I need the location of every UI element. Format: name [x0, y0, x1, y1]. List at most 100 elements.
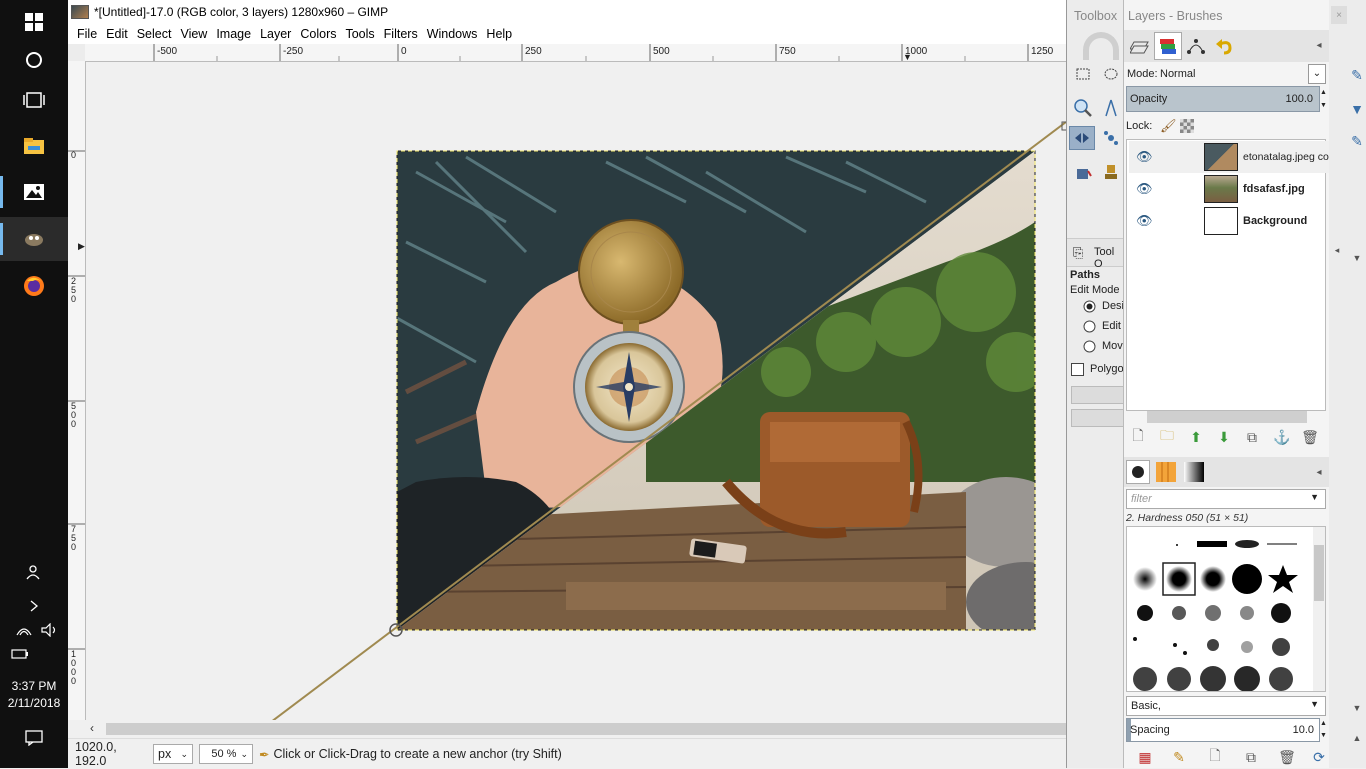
panel-menu-icon[interactable]: ◂	[1331, 242, 1343, 258]
mode-move-radio[interactable]: Mov	[1083, 340, 1123, 356]
path-to-selection-button[interactable]	[1071, 386, 1125, 404]
menu-view[interactable]: View	[180, 27, 207, 41]
transform-tool-icon[interactable]	[1101, 126, 1121, 150]
layer-row[interactable]: 👁 Background	[1129, 205, 1329, 237]
delete-brush-icon[interactable]: 🗑	[1278, 748, 1296, 766]
anchor-layer-icon[interactable]: ⚓	[1273, 428, 1290, 446]
chevron-up-icon[interactable]: ▲	[1351, 730, 1363, 746]
vertical-ruler[interactable]: 0 250 500 750 1000 ▶	[68, 61, 86, 720]
bucket-fill-icon[interactable]	[1071, 160, 1095, 184]
horizontal-ruler[interactable]: -500 -250 0 250 500 750 1000 1250 ▼	[85, 44, 1068, 62]
measure-tool-icon[interactable]	[1101, 96, 1121, 120]
menu-select[interactable]: Select	[137, 27, 172, 41]
brush-grid-scrollbar[interactable]	[1313, 527, 1325, 691]
clone-tool-icon[interactable]	[1101, 160, 1121, 184]
menu-edit[interactable]: Edit	[106, 27, 128, 41]
image-canvas[interactable]	[86, 62, 1068, 720]
horizontal-scrollbar[interactable]: ‹	[86, 720, 1068, 738]
new-brush-icon[interactable]: 🗋	[1208, 747, 1222, 766]
layer-row[interactable]: 👁 etonatalag.jpeg cop	[1129, 141, 1335, 173]
brushes-tab-icon[interactable]	[1126, 460, 1150, 484]
battery-icon[interactable]	[0, 632, 54, 676]
firefox-icon[interactable]	[0, 264, 68, 308]
eye-icon[interactable]: 👁	[1136, 214, 1153, 228]
mode-design-radio[interactable]: Desi	[1083, 300, 1124, 316]
spacing-spin-icon[interactable]: ▲ ▼	[1320, 718, 1328, 742]
clock[interactable]: 3:37 PM 2/11/2018	[0, 678, 68, 712]
duplicate-brush-icon[interactable]: ⧉	[1244, 748, 1258, 766]
polygonal-checkbox[interactable]: Polygo	[1071, 363, 1124, 379]
menu-colors[interactable]: Colors	[300, 27, 336, 41]
duplicate-layer-icon[interactable]: ⧉	[1244, 428, 1260, 446]
menu-windows[interactable]: Windows	[427, 27, 478, 41]
brush-as-image-icon[interactable]: ▦	[1138, 748, 1152, 766]
unit-select[interactable]: px ⌄	[153, 744, 193, 764]
paint-bucket-icon[interactable]: ▼	[1347, 96, 1366, 122]
menu-layer[interactable]: Layer	[260, 27, 291, 41]
opacity-spin-icon[interactable]: ▲ ▼	[1320, 86, 1328, 112]
fill-path-button[interactable]	[1071, 409, 1125, 427]
tool-options-tab[interactable]: ⎘ Tool O	[1067, 238, 1123, 270]
layers-hscroll[interactable]	[1147, 411, 1307, 423]
refresh-brushes-icon[interactable]: ⟳	[1312, 748, 1326, 766]
scrollbar-thumb[interactable]	[1314, 545, 1324, 601]
canvas-area[interactable]	[86, 62, 1068, 720]
brush-filter-input[interactable]: filter ▼	[1126, 489, 1326, 509]
layers-tab-icon[interactable]	[1128, 34, 1152, 58]
scrollbar-thumb[interactable]	[106, 723, 1066, 735]
new-layer-group-icon[interactable]: 🗀	[1158, 427, 1176, 446]
close-icon[interactable]: ×	[1331, 6, 1347, 24]
brush-preset-select[interactable]: Basic, ▼	[1126, 696, 1326, 716]
task-view-icon[interactable]	[0, 78, 68, 122]
lock-alpha-icon[interactable]	[1180, 119, 1194, 133]
raise-layer-icon[interactable]: ⬆	[1188, 428, 1204, 446]
chevron-down-icon[interactable]: ▼	[1351, 700, 1363, 716]
gimp-icon[interactable]	[0, 217, 68, 261]
delete-layer-icon[interactable]: 🗑	[1301, 428, 1319, 446]
zoom-tool-icon[interactable]	[1071, 96, 1095, 120]
notifications-icon[interactable]	[0, 716, 68, 760]
scroll-left-icon[interactable]: ‹	[90, 721, 94, 735]
menu-help[interactable]: Help	[486, 27, 512, 41]
paths-tool-active-icon[interactable]	[1069, 126, 1095, 150]
new-layer-icon[interactable]: 🗋	[1130, 427, 1146, 446]
panel-menu-icon[interactable]: ◂	[1312, 38, 1326, 52]
channels-tab-icon[interactable]	[1154, 32, 1182, 60]
layer-row[interactable]: 👁 fdsafasf.jpg	[1129, 173, 1329, 205]
chevron-down-icon[interactable]: ▼	[1351, 250, 1363, 266]
image-thumbnail-icon	[71, 5, 89, 19]
edit-brush-icon[interactable]: ✎	[1172, 748, 1186, 766]
menu-file[interactable]: File	[77, 27, 97, 41]
menu-filters[interactable]: Filters	[384, 27, 418, 41]
undo-history-tab-icon[interactable]	[1212, 34, 1236, 58]
layers-list[interactable]: 👁 etonatalag.jpeg cop 👁 fdsafasf.jpg 👁 B…	[1126, 139, 1335, 423]
ruler-corner[interactable]	[68, 44, 86, 62]
opacity-slider[interactable]: Opacity 100.0	[1126, 86, 1320, 112]
cortana-icon[interactable]	[0, 38, 68, 82]
color-picker-icon[interactable]: ✎	[1347, 62, 1366, 88]
photos-icon[interactable]	[0, 170, 68, 214]
status-bar: 1020.0, 192.0 px ⌄ 50 % ⌄ ✒ Click or Cli…	[68, 738, 1068, 769]
chevron-down-icon[interactable]: ⌄	[1308, 64, 1326, 84]
file-explorer-icon[interactable]	[0, 124, 68, 168]
title-bar[interactable]: *[Untitled]-17.0 (RGB color, 3 layers) 1…	[68, 0, 1068, 24]
menu-tools[interactable]: Tools	[345, 27, 374, 41]
rect-select-icon[interactable]	[1073, 64, 1093, 84]
mode-edit-radio[interactable]: Edit	[1083, 320, 1121, 336]
ellipse-select-icon[interactable]	[1101, 64, 1121, 84]
brush-grid[interactable]	[1126, 526, 1326, 692]
gradients-tab-icon[interactable]	[1182, 460, 1206, 484]
menu-image[interactable]: Image	[216, 27, 251, 41]
patterns-tab-icon[interactable]	[1154, 460, 1178, 484]
eye-icon[interactable]: 👁	[1136, 150, 1153, 164]
ruler-label: -500	[157, 46, 178, 57]
zoom-select[interactable]: 50 % ⌄	[199, 744, 253, 764]
panel-menu-icon[interactable]: ◂	[1312, 465, 1326, 479]
mode-value[interactable]: Normal	[1160, 68, 1195, 80]
paths-tab-icon[interactable]	[1184, 34, 1208, 58]
eye-icon[interactable]: 👁	[1136, 182, 1153, 196]
spacing-slider[interactable]: Spacing 10.0	[1126, 718, 1320, 742]
lower-layer-icon[interactable]: ⬇	[1216, 428, 1232, 446]
lock-pixels-icon[interactable]: 🖌	[1160, 118, 1177, 134]
picker-icon[interactable]: ✎	[1347, 128, 1366, 154]
